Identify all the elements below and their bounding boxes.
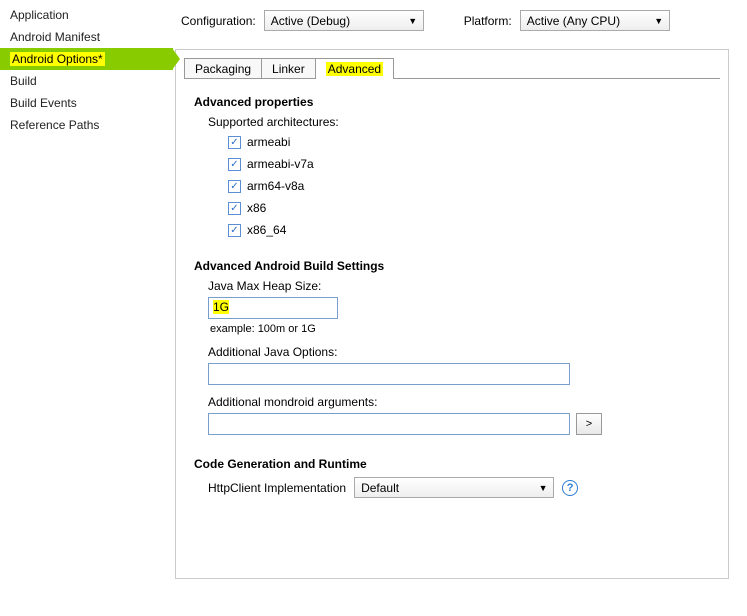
content-box: Packaging Linker Advanced Advanced prope… (175, 49, 729, 579)
java-options-label: Additional Java Options: (208, 345, 710, 359)
tab-packaging[interactable]: Packaging (184, 58, 262, 79)
httpclient-dropdown[interactable]: Default ▼ (354, 477, 554, 498)
java-options-group: Additional Java Options: (208, 345, 710, 385)
advanced-properties-header: Advanced properties (194, 95, 710, 109)
config-row: Configuration: Active (Debug) ▼ Platform… (175, 10, 729, 31)
checkbox-x86[interactable]: ✓ (228, 202, 241, 215)
codegen-header: Code Generation and Runtime (194, 457, 710, 471)
checkbox-x86-64[interactable]: ✓ (228, 224, 241, 237)
mondroid-group: Additional mondroid arguments: > (208, 395, 710, 435)
arch-x86-64: ✓ x86_64 (228, 223, 710, 237)
tab-linker[interactable]: Linker (261, 58, 316, 79)
java-options-input[interactable] (208, 363, 570, 385)
heap-group: Java Max Heap Size: 1G example: 100m or … (208, 279, 710, 335)
arch-arm64-v8a: ✓ arm64-v8a (228, 179, 710, 193)
advanced-panel: Advanced properties Supported architectu… (176, 79, 728, 510)
configuration-dropdown[interactable]: Active (Debug) ▼ (264, 10, 424, 31)
build-settings-header: Advanced Android Build Settings (194, 259, 710, 273)
arch-armeabi: ✓ armeabi (228, 135, 710, 149)
checkbox-arm64-v8a[interactable]: ✓ (228, 180, 241, 193)
chevron-down-icon: ▼ (651, 16, 667, 26)
httpclient-row: HttpClient Implementation Default ▼ ? (208, 477, 710, 498)
platform-label: Platform: (464, 14, 512, 28)
arch-x86: ✓ x86 (228, 201, 710, 215)
supported-architectures-label: Supported architectures: (208, 115, 710, 129)
sidebar-item-application[interactable]: Application (0, 4, 165, 26)
checkbox-armeabi-v7a[interactable]: ✓ (228, 158, 241, 171)
mondroid-input[interactable] (208, 413, 570, 435)
help-icon[interactable]: ? (562, 480, 578, 496)
platform-dropdown[interactable]: Active (Any CPU) ▼ (520, 10, 670, 31)
sidebar-item-android-manifest[interactable]: Android Manifest (0, 26, 165, 48)
heap-input[interactable]: 1G (208, 297, 338, 319)
tab-row: Packaging Linker Advanced (176, 50, 728, 79)
sidebar-item-build[interactable]: Build (0, 70, 165, 92)
sidebar: Application Android Manifest Android Opt… (0, 0, 165, 616)
sidebar-item-build-events[interactable]: Build Events (0, 92, 165, 114)
chevron-down-icon: ▼ (535, 483, 551, 493)
main-panel: Configuration: Active (Debug) ▼ Platform… (165, 0, 747, 616)
architecture-list: ✓ armeabi ✓ armeabi-v7a ✓ arm64-v8a ✓ x8… (228, 135, 710, 237)
arch-armeabi-v7a: ✓ armeabi-v7a (228, 157, 710, 171)
sidebar-item-android-options[interactable]: Android Options* (0, 48, 173, 70)
chevron-down-icon: ▼ (405, 16, 421, 26)
heap-example: example: 100m or 1G (210, 323, 710, 335)
tab-advanced[interactable]: Advanced (315, 58, 394, 79)
mondroid-label: Additional mondroid arguments: (208, 395, 710, 409)
sidebar-item-reference-paths[interactable]: Reference Paths (0, 114, 165, 136)
checkbox-armeabi[interactable]: ✓ (228, 136, 241, 149)
heap-label: Java Max Heap Size: (208, 279, 710, 293)
mondroid-expand-button[interactable]: > (576, 413, 602, 435)
configuration-label: Configuration: (181, 14, 256, 28)
httpclient-label: HttpClient Implementation (208, 481, 346, 495)
